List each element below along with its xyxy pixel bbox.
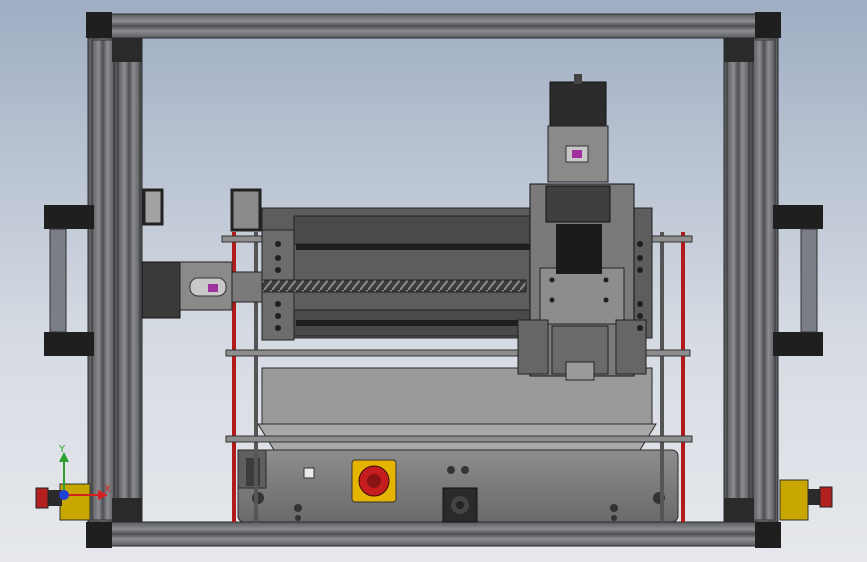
x-axis-label: X — [104, 484, 111, 495]
spindle-carriage — [517, 183, 647, 381]
left-handle — [44, 205, 94, 356]
left-bracket — [142, 188, 262, 232]
cad-viewport[interactable]: X Y — [0, 0, 867, 562]
x-axis-motor — [141, 261, 263, 319]
y-axis-label: Y — [58, 444, 66, 455]
frame-left-post — [87, 37, 143, 523]
emergency-stop-button[interactable] — [351, 459, 397, 503]
machine-base — [237, 449, 679, 523]
cnc-machine-model[interactable]: X Y — [0, 0, 867, 562]
frame-top-beam — [99, 13, 773, 39]
right-handle — [773, 205, 823, 356]
frame-right-post — [723, 37, 779, 523]
frame-bottom-beam — [99, 521, 773, 547]
ball-screw — [255, 279, 527, 293]
z-axis-motor — [547, 74, 609, 183]
right-side-knob — [779, 479, 833, 521]
